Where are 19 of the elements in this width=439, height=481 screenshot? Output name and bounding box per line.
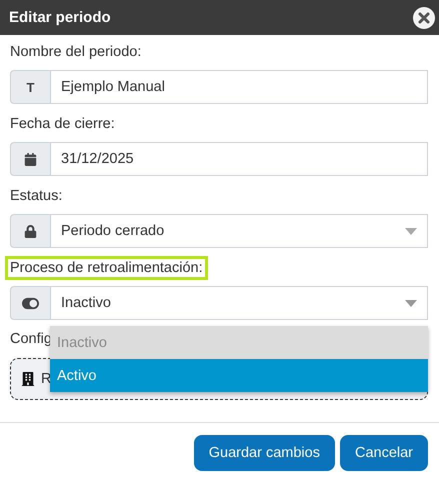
- input-field[interactable]: Ejemplo Manual: [50, 70, 428, 104]
- panel-text: R: [41, 371, 52, 387]
- calendar-icon: [24, 152, 37, 166]
- field-label: Proceso de retroalimentación:: [5, 256, 208, 280]
- select-field[interactable]: Inactivo: [50, 286, 428, 320]
- building-icon: [21, 372, 35, 386]
- dialog-title: Editar periodo: [9, 9, 111, 26]
- close-icon[interactable]: [412, 6, 436, 30]
- field-label: Estatus:: [9, 187, 64, 206]
- date-field[interactable]: 31/12/2025: [50, 142, 428, 176]
- field-label: Fecha de cierre:: [9, 115, 116, 134]
- lock-icon: [24, 224, 37, 238]
- cancel-button[interactable]: Cancelar: [340, 435, 428, 471]
- select-field[interactable]: Periodo cerrado: [50, 214, 428, 248]
- caret-icon: [405, 228, 417, 234]
- caret-icon: [405, 300, 417, 306]
- save-button[interactable]: Guardar cambios: [194, 435, 335, 471]
- field-label: Nombre del periodo:: [9, 43, 142, 62]
- addon-label: T: [10, 70, 50, 104]
